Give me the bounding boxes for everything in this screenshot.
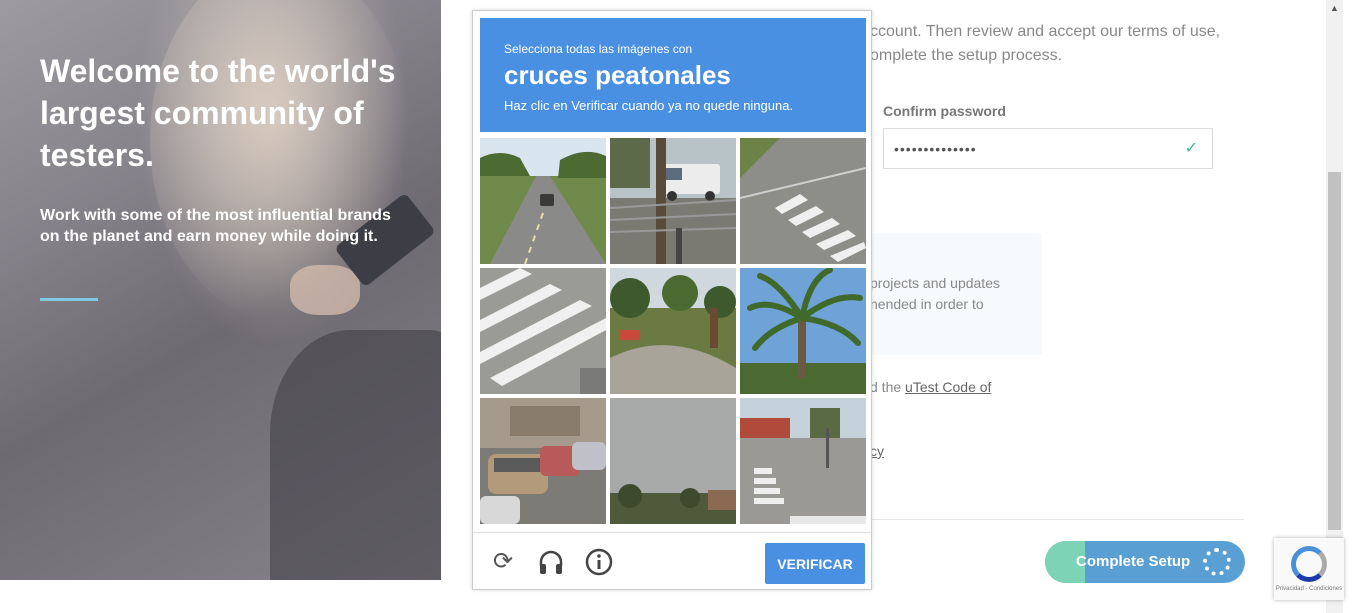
captcha-header: Selecciona todas las imágenes con cruces… <box>480 18 866 132</box>
scroll-up-arrow-icon[interactable]: ▲ <box>1326 0 1343 17</box>
hero-panel: Welcome to the world's largest community… <box>0 0 441 580</box>
recaptcha-badge-footer: Privacidad - Condiciones <box>1275 586 1343 592</box>
form-intro-line1: ccount. Then review and accept our terms… <box>870 23 1221 40</box>
hero-subtitle: Work with some of the most influential b… <box>40 207 391 245</box>
captcha-tile-pole-and-fence-with-truck[interactable] <box>610 138 736 264</box>
policy-link[interactable]: cy <box>870 443 884 459</box>
captcha-tile-trees-and-cloudy-sky[interactable] <box>610 398 736 524</box>
audio-headphones-icon[interactable] <box>537 548 565 576</box>
hero-title: Welcome to the world's largest community… <box>40 53 396 173</box>
checkmark-icon: ✓ <box>1184 140 1198 157</box>
info-line1: projects and updates <box>870 275 1000 291</box>
code-prefix: d the <box>870 379 906 395</box>
captcha-tile-sidewalk-with-trees[interactable] <box>610 268 736 394</box>
hero-underline <box>40 298 98 301</box>
captcha-image-grid <box>480 138 866 524</box>
info-box: projects and updates nended in order to <box>870 233 1042 355</box>
verify-button[interactable]: VERIFICAR <box>765 543 865 584</box>
captcha-tile-street-with-crosswalk[interactable] <box>740 398 866 524</box>
confirm-password-value: •••••••••••••• <box>894 141 977 157</box>
recaptcha-badge[interactable]: Privacidad - Condiciones <box>1274 538 1344 600</box>
complete-setup-button[interactable]: Complete Setup <box>1045 541 1245 583</box>
captcha-tile-crosswalk-corner[interactable] <box>740 138 866 264</box>
form-divider <box>870 519 1244 520</box>
hero-photo-hand <box>290 265 360 315</box>
info-line2: nended in order to <box>870 296 984 312</box>
hero-photo-sleeve <box>270 330 441 580</box>
complete-setup-label: Complete Setup <box>1076 553 1191 570</box>
captcha-select-all-text: Selecciona todas las imágenes con <box>504 42 693 56</box>
loading-spinner-icon <box>1203 548 1231 576</box>
captcha-dialog: Selecciona todas las imágenes con cruces… <box>472 10 872 590</box>
captcha-tile-parked-cars[interactable] <box>480 398 606 524</box>
info-icon[interactable] <box>585 548 613 576</box>
captcha-tile-palm-tree[interactable] <box>740 268 866 394</box>
code-of-conduct-text: d the uTest Code of <box>870 379 991 395</box>
confirm-password-field[interactable]: •••••••••••••• ✓ <box>883 128 1213 169</box>
captcha-footer: ⟳ VERIFICAR <box>473 532 871 590</box>
captcha-tile-crosswalk-stripes[interactable] <box>480 268 606 394</box>
form-intro: ccount. Then review and accept our terms… <box>870 20 1230 68</box>
recaptcha-logo-icon <box>1291 546 1327 582</box>
captcha-tile-road-with-car[interactable] <box>480 138 606 264</box>
confirm-password-label: Confirm password <box>883 103 1006 119</box>
code-of-conduct-link[interactable]: uTest Code of <box>905 379 991 395</box>
scrollbar-thumb[interactable] <box>1328 172 1341 530</box>
reload-icon[interactable]: ⟳ <box>489 548 517 576</box>
form-intro-line2: omplete the setup process. <box>870 47 1063 64</box>
captcha-target-object: cruces peatonales <box>504 60 731 90</box>
captcha-instruction: Haz clic en Verificar cuando ya no quede… <box>504 98 794 113</box>
